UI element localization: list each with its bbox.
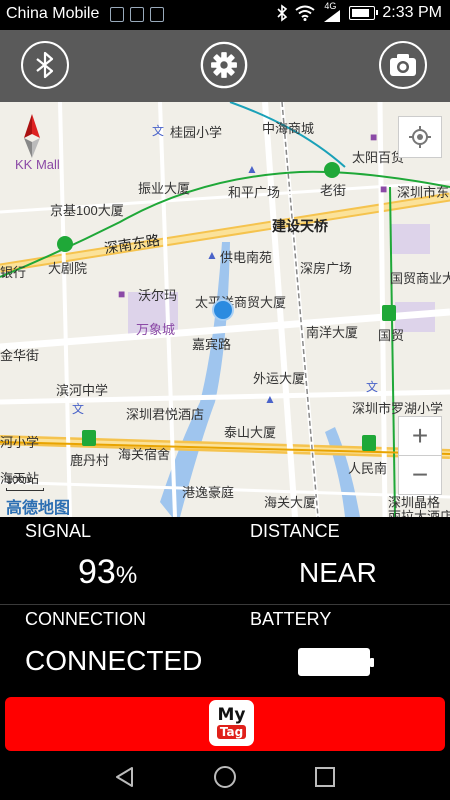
- label-shenzhen-junyue: 深圳君悦酒店: [126, 407, 205, 422]
- logo-my: My: [217, 705, 246, 725]
- camera-icon: [390, 54, 416, 76]
- distance-label: DISTANCE: [250, 521, 340, 541]
- label-jinhuajie: 金华街: [0, 348, 40, 363]
- wifi-icon: [295, 5, 316, 21]
- label-guiyuan-school: 桂园小学: [170, 125, 223, 140]
- battery-label: BATTERY: [250, 609, 332, 629]
- crosshair-icon: [409, 126, 431, 148]
- label-jingji-100: 京基100大厦: [50, 203, 124, 218]
- label-dajuyuan: 大剧院: [48, 261, 88, 276]
- label-woerma: 沃尔玛: [138, 288, 178, 303]
- map-scale-bar: [6, 488, 44, 491]
- label-zhonghai-mall: 中海商城: [262, 121, 315, 136]
- shopping-icon: ■: [370, 130, 378, 144]
- minus-icon: −: [411, 459, 429, 490]
- status-bar: China Mobile 4G 2:33 PM: [0, 0, 450, 30]
- label-taishan-building: 泰山大厦: [224, 425, 277, 440]
- label-renmin-nan: 人民南: [348, 461, 388, 476]
- school-icon: 文: [152, 124, 165, 138]
- carrier-name: China Mobile: [6, 5, 100, 22]
- usb-icon: [130, 7, 144, 22]
- locate-button[interactable]: [398, 116, 442, 158]
- label-yinhang: 银行: [0, 265, 27, 280]
- navigation-bar: [0, 752, 450, 800]
- settings-button[interactable]: [200, 41, 248, 89]
- school-icon: 文: [72, 402, 85, 416]
- building-icon: ▲: [246, 162, 258, 176]
- label-haiguan-suse: 海关宿舍: [118, 447, 171, 462]
- label-laojie: 老街: [320, 183, 347, 198]
- compass-icon: [24, 114, 40, 158]
- zoom-out-button[interactable]: −: [398, 455, 442, 495]
- bluetooth-icon: [36, 51, 54, 79]
- zoom-in-button[interactable]: +: [398, 416, 442, 456]
- label-shenzhen-shidong: 深圳市东: [397, 185, 450, 200]
- label-jiabin-lu: 嘉宾路: [192, 337, 232, 352]
- label-taiping-shangmao: 太平洋商贸大厦: [195, 295, 287, 310]
- label-shenyang-square: 深房广场: [300, 261, 353, 276]
- back-icon[interactable]: [114, 766, 136, 788]
- label-zhenye-building: 振业大厦: [138, 181, 191, 196]
- map-scale-label: 100m: [6, 474, 34, 486]
- gear-icon: [200, 41, 248, 89]
- shield-icon: [110, 7, 124, 22]
- plus-icon: +: [411, 420, 429, 451]
- label-taiyang-baihuo: 太阳百货: [352, 150, 405, 165]
- label-waimao-building: 外运大厦: [253, 371, 306, 386]
- image-icon: [150, 7, 164, 22]
- label-haiguan-building: 海关大厦: [264, 495, 317, 510]
- mytag-button[interactable]: My Tag: [5, 697, 445, 751]
- label-guomao: 国贸: [378, 328, 405, 343]
- label-gongdian-nanyuan: 供电南苑: [220, 250, 273, 265]
- shopping-icon: ■: [380, 182, 388, 196]
- label-wanxiangcheng: 万象城: [136, 322, 176, 337]
- signal-icon: 4G: [322, 1, 342, 22]
- building-icon: ▲: [264, 392, 276, 406]
- bluetooth-status-icon: [277, 4, 288, 22]
- device-battery-icon: [298, 648, 374, 676]
- label-luduncun: 鹿丹村: [70, 453, 110, 468]
- signal-percent: 93: [78, 553, 116, 591]
- label-heping-square: 和平广场: [228, 185, 281, 200]
- connection-value: CONNECTED: [25, 645, 203, 676]
- label-wang-dajiudian: 丽拉大酒店: [388, 509, 450, 517]
- bluetooth-button[interactable]: [21, 41, 69, 89]
- signal-unit: %: [115, 562, 138, 589]
- current-location-marker: [212, 299, 234, 321]
- label-kk-mall: KK Mall: [15, 157, 60, 172]
- recents-icon[interactable]: [315, 767, 335, 787]
- label-xiaoxue: 河小学: [0, 435, 40, 450]
- label-guomao-shangye: 国贸商业大: [390, 271, 450, 286]
- label-gangyi-home: 港逸豪庭: [182, 485, 235, 500]
- home-icon[interactable]: [213, 765, 237, 789]
- signal-label: SIGNAL: [25, 521, 92, 541]
- divider: [0, 604, 450, 605]
- shopping-icon: ■: [118, 287, 126, 301]
- building-icon: ▲: [206, 248, 218, 262]
- mytag-logo: My Tag: [209, 700, 254, 746]
- camera-button[interactable]: [379, 41, 427, 89]
- signal-value: 93%: [78, 553, 137, 592]
- distance-value: NEAR: [299, 557, 377, 588]
- clock: 2:33 PM: [382, 4, 442, 21]
- label-luohu-school: 深圳市罗湖小学: [352, 401, 444, 416]
- status-icons: 4G 2:33 PM: [276, 1, 442, 22]
- label-nanyang-building: 南洋大厦: [306, 325, 359, 340]
- battery-status-icon: [349, 6, 379, 20]
- connection-label: CONNECTION: [25, 609, 146, 629]
- label-binhe-school: 滨河中学: [56, 383, 109, 398]
- logo-tag: Tag: [216, 725, 247, 739]
- road-label-jianshe: 建设天桥: [272, 218, 328, 234]
- map-view[interactable]: 桂园小学 中海商城 太阳百货 老街 深圳市东 KK Mall 振业大厦 和平广场…: [0, 102, 450, 517]
- toolbar: [0, 30, 450, 102]
- map-brand-logo: 高德地图: [6, 500, 71, 517]
- school-icon: 文: [366, 380, 379, 394]
